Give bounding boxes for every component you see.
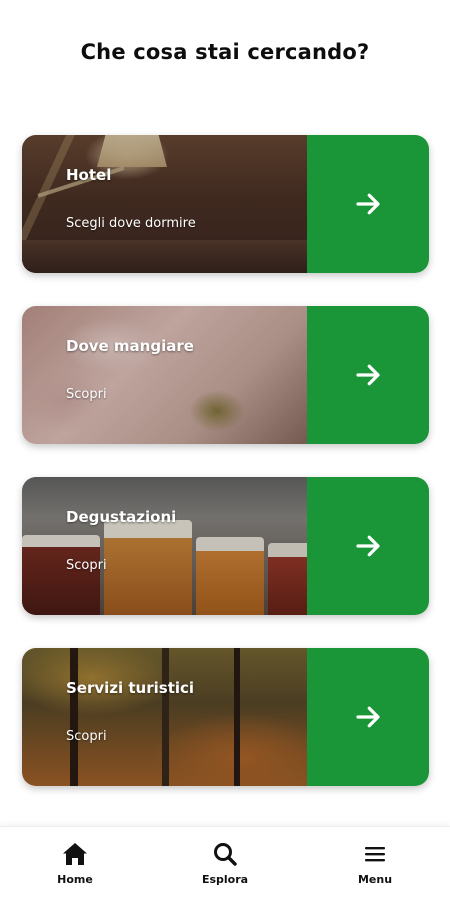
nav-home-label: Home [57,873,93,886]
nav-esplora[interactable]: Esplora [150,827,300,901]
card-subtitle: Scopri [66,729,107,744]
nav-menu[interactable]: Menu [300,827,450,901]
category-card-servizi-turistici[interactable]: Servizi turistici Scopri [22,648,429,786]
search-icon [214,843,237,866]
arrow-right-icon [356,535,380,557]
nav-menu-label: Menu [357,873,393,886]
home-icon [63,843,87,865]
card-subtitle: Scegli dove dormire [66,216,196,231]
category-list: Hotel Scegli dove dormire Dove mangiare … [22,135,429,819]
page-title: Che cosa stai cercando? [80,40,370,64]
hotel-image [22,135,307,273]
category-card-degustazioni[interactable]: Degustazioni Scopri [22,477,429,615]
nav-esplora-label: Esplora [201,873,249,886]
card-title: Servizi turistici [66,679,195,697]
nav-home[interactable]: Home [0,827,150,901]
category-card-hotel[interactable]: Hotel Scegli dove dormire [22,135,429,273]
card-title: Hotel [66,166,112,184]
menu-icon [365,847,385,862]
beer-image [22,477,318,615]
bottom-navigation: Home Esplora Menu [0,826,450,901]
card-arrow-button[interactable] [307,306,429,444]
card-arrow-button[interactable] [307,648,429,786]
card-title: Degustazioni [66,508,177,526]
arrow-right-icon [356,706,380,728]
card-arrow-button[interactable] [307,135,429,273]
arrow-right-icon [356,364,380,386]
card-arrow-button[interactable] [307,477,429,615]
card-title: Dove mangiare [66,337,194,355]
forest-image [22,648,307,786]
arrow-right-icon [356,193,380,215]
card-subtitle: Scopri [66,387,107,402]
card-subtitle: Scopri [66,558,107,573]
category-card-dove-mangiare[interactable]: Dove mangiare Scopri [22,306,429,444]
food-image [22,306,307,444]
